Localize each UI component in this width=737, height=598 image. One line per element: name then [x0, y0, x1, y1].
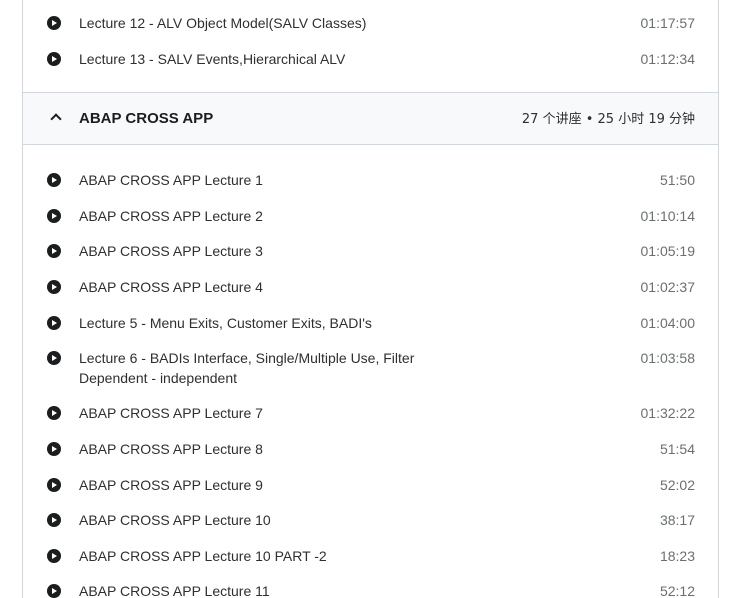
lecture-duration: 38:17	[659, 512, 695, 528]
curriculum-panel: Lecture 12 - ALV Object Model(SALV Class…	[22, 0, 719, 598]
lecture-row[interactable]: ABAP CROSS APP Lecture 9 52:02	[23, 467, 718, 503]
lecture-duration: 01:03:58	[640, 350, 696, 366]
play-circle-icon[interactable]	[47, 173, 61, 187]
lecture-duration: 01:02:37	[640, 279, 696, 295]
lecture-row[interactable]: ABAP CROSS APP Lecture 3 01:05:19	[23, 233, 718, 269]
lecture-title[interactable]: ABAP CROSS APP Lecture 4	[79, 277, 439, 297]
lecture-duration: 01:10:14	[640, 208, 696, 224]
play-circle-icon[interactable]	[47, 209, 61, 223]
play-circle-icon[interactable]	[47, 316, 61, 330]
lecture-row[interactable]: ABAP CROSS APP Lecture 10 PART -2 18:23	[23, 538, 718, 574]
lecture-title[interactable]: Lecture 5 - Menu Exits, Customer Exits, …	[79, 313, 439, 333]
lecture-row[interactable]: ABAP CROSS APP Lecture 11 52:12	[23, 573, 718, 598]
lecture-row[interactable]: Lecture 13 - SALV Events,Hierarchical AL…	[23, 41, 718, 77]
lecture-title[interactable]: ABAP CROSS APP Lecture 1	[79, 170, 439, 190]
lecture-title[interactable]: Lecture 12 - ALV Object Model(SALV Class…	[79, 13, 439, 33]
lecture-title[interactable]: Lecture 13 - SALV Events,Hierarchical AL…	[79, 49, 439, 69]
play-circle-icon[interactable]	[47, 52, 61, 66]
play-circle-icon[interactable]	[47, 442, 61, 456]
play-circle-icon[interactable]	[47, 16, 61, 30]
lecture-row[interactable]: Lecture 12 - ALV Object Model(SALV Class…	[23, 5, 718, 41]
lecture-duration: 51:54	[659, 441, 695, 457]
lecture-duration: 01:32:22	[640, 405, 696, 421]
play-circle-icon[interactable]	[47, 406, 61, 420]
lecture-title[interactable]: ABAP CROSS APP Lecture 3	[79, 241, 439, 261]
lecture-row[interactable]: Lecture 6 - BADIs Interface, Single/Mult…	[23, 340, 718, 390]
play-circle-icon[interactable]	[47, 351, 61, 365]
play-circle-icon[interactable]	[47, 244, 61, 258]
lecture-row[interactable]: Lecture 5 - Menu Exits, Customer Exits, …	[23, 305, 718, 341]
lecture-row[interactable]: ABAP CROSS APP Lecture 4 01:02:37	[23, 269, 718, 305]
lecture-title[interactable]: ABAP CROSS APP Lecture 8	[79, 439, 439, 459]
lecture-title[interactable]: ABAP CROSS APP Lecture 2	[79, 206, 439, 226]
lecture-title[interactable]: ABAP CROSS APP Lecture 10	[79, 510, 439, 530]
lecture-duration: 52:12	[659, 583, 695, 598]
lecture-duration: 51:50	[659, 172, 695, 188]
play-circle-icon[interactable]	[47, 584, 61, 598]
lecture-duration: 18:23	[659, 548, 695, 564]
chevron-up-icon[interactable]	[50, 113, 62, 125]
lecture-title[interactable]: ABAP CROSS APP Lecture 11	[79, 581, 439, 598]
lecture-title[interactable]: ABAP CROSS APP Lecture 7	[79, 403, 439, 423]
lecture-row[interactable]: ABAP CROSS APP Lecture 2 01:10:14	[23, 198, 718, 234]
lecture-row[interactable]: ABAP CROSS APP Lecture 7 01:32:22	[23, 395, 718, 431]
lecture-title[interactable]: Lecture 6 - BADIs Interface, Single/Mult…	[79, 348, 424, 388]
play-circle-icon[interactable]	[47, 280, 61, 294]
section-meta: 27 个讲座 • 25 小时 19 分钟	[521, 112, 695, 127]
section-header-abap-cross-app[interactable]: ABAP CROSS APP 27 个讲座 • 25 小时 19 分钟	[23, 92, 718, 145]
play-circle-icon[interactable]	[47, 478, 61, 492]
lecture-row[interactable]: ABAP CROSS APP Lecture 8 51:54	[23, 431, 718, 467]
lecture-duration: 01:17:57	[640, 15, 696, 31]
play-circle-icon[interactable]	[47, 513, 61, 527]
lecture-duration: 52:02	[659, 477, 695, 493]
play-circle-icon[interactable]	[47, 549, 61, 563]
lecture-duration: 01:12:34	[640, 51, 696, 67]
section-title: ABAP CROSS APP	[79, 110, 214, 127]
lecture-duration: 01:04:00	[640, 315, 696, 331]
lecture-title[interactable]: ABAP CROSS APP Lecture 9	[79, 475, 439, 495]
lecture-duration: 01:05:19	[640, 243, 696, 259]
lecture-title[interactable]: ABAP CROSS APP Lecture 10 PART -2	[79, 546, 439, 566]
lecture-row[interactable]: ABAP CROSS APP Lecture 1 51:50	[23, 162, 718, 198]
lecture-row[interactable]: ABAP CROSS APP Lecture 10 38:17	[23, 502, 718, 538]
